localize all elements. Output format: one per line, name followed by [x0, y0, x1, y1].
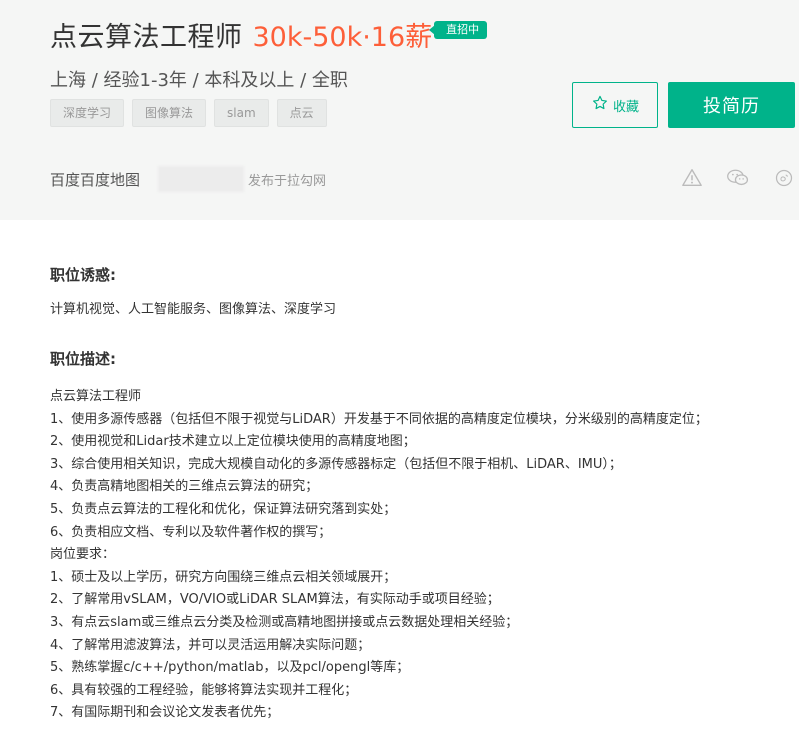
- weibo-icon[interactable]: [772, 166, 796, 190]
- description-line: 4、了解常用滤波算法，并可以灵活运用解决实际问题；: [50, 637, 371, 653]
- lure-text: 计算机视觉、人工智能服务、图像算法、深度学习: [50, 302, 337, 317]
- favorite-button[interactable]: 收藏: [572, 82, 658, 128]
- company-row: 百度百度地图 发布于拉勾网: [50, 166, 326, 192]
- description-line: 5、负责点云算法的工程化和优化，保证算法研究落到实处；: [50, 501, 397, 517]
- description-line: 5、熟练掌握c/c++/python/matlab，以及pcl/opengl等库…: [50, 660, 410, 676]
- star-icon: [591, 94, 609, 116]
- favorite-label: 收藏: [612, 99, 639, 115]
- lure-title: 职位诱惑:: [50, 266, 116, 284]
- description-line: 7、有国际期刊和会议论文发表者优先；: [50, 705, 280, 721]
- description-line: 6、负责相应文档、专利以及软件著作权的撰写；: [50, 524, 332, 540]
- job-meta: 上海 / 经验1-3年 / 本科及以上 / 全职: [50, 70, 348, 91]
- wechat-icon[interactable]: [726, 166, 750, 190]
- job-title: 点云算法工程师: [50, 22, 243, 53]
- status-badge: 直招中: [429, 21, 488, 39]
- description-body: 点云算法工程师 1、使用多源传感器（包括但不限于视觉与LiDAR）开发基于不同依…: [50, 386, 740, 725]
- warning-icon[interactable]: [680, 166, 704, 190]
- description-line: 岗位要求：: [50, 547, 116, 563]
- description-line: 4、负责高精地图相关的三维点云算法的研究；: [50, 479, 319, 495]
- apply-button[interactable]: 投简历: [668, 82, 795, 128]
- tag-item[interactable]: 图像算法: [132, 99, 207, 127]
- description-title: 职位描述:: [50, 350, 116, 368]
- tag-item[interactable]: 深度学习: [50, 99, 125, 127]
- description-line: 3、综合使用相关知识，完成大规模自动化的多源传感器标定（包括但不限于相机、LiD…: [50, 456, 622, 472]
- description-line: 1、使用多源传感器（包括但不限于视觉与LiDAR）开发基于不同依据的高精度定位模…: [50, 411, 708, 427]
- posted-source: 发布于拉勾网: [248, 173, 327, 189]
- tag-item[interactable]: 点云: [276, 99, 327, 127]
- description-line: 2、使用视觉和Lidar技术建立以上定位模块使用的高精度地图；: [50, 434, 416, 450]
- description-line: 6、具有较强的工程经验，能够将算法实现并工程化；: [50, 682, 358, 698]
- blurred-recruiter: [158, 166, 245, 192]
- job-header: 点云算法工程师 30k-50k·16薪 直招中 上海 / 经验1-3年 / 本科…: [0, 0, 799, 220]
- description-line: 点云算法工程师: [50, 389, 142, 404]
- share-toolbar: [680, 166, 796, 190]
- description-line: 3、有点云slam或三维点云分类及检测或高精地图拼接或点云数据处理相关经验；: [50, 614, 519, 630]
- tag-item[interactable]: slam: [214, 99, 269, 127]
- job-detail: 职位诱惑: 计算机视觉、人工智能服务、图像算法、深度学习 职位描述: 点云算法工…: [0, 220, 799, 743]
- salary: 30k-50k·16薪: [252, 22, 433, 53]
- title-row: 点云算法工程师 30k-50k·16薪 直招中: [50, 18, 488, 58]
- description-line: 2、了解常用vSLAM，VO/VIO或LiDAR SLAM算法，有实际动手或项目…: [50, 592, 500, 608]
- description-line: 1、硕士及以上学历，研究方向围绕三维点云相关领域展开；: [50, 569, 397, 585]
- company-name[interactable]: 百度百度地图: [50, 169, 140, 190]
- tag-list: 深度学习 图像算法 slam 点云: [50, 99, 327, 127]
